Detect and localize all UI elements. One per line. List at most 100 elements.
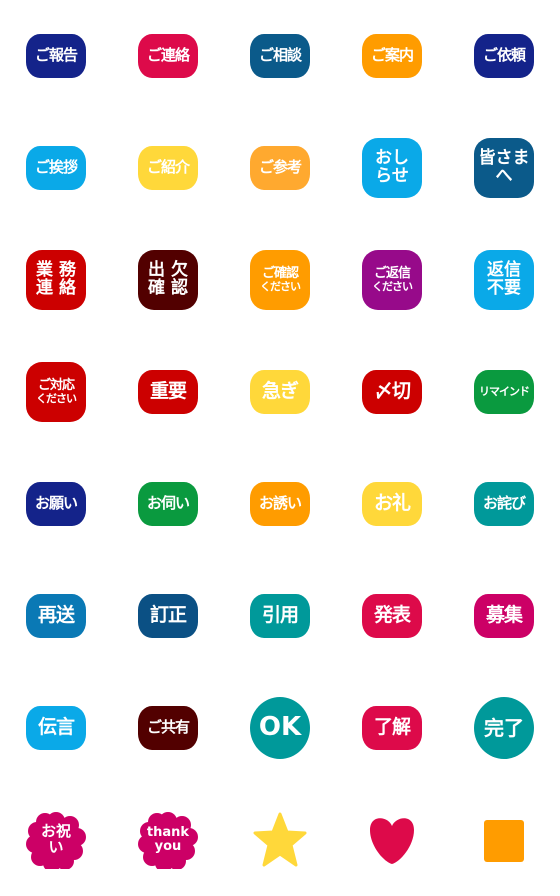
sticker-cell[interactable]: 発表 bbox=[336, 560, 448, 672]
sticker-tile[interactable]: 重要 bbox=[138, 370, 198, 414]
sticker-tile[interactable]: 業 務連 絡 bbox=[26, 250, 86, 310]
sticker-tile[interactable]: 引用 bbox=[250, 594, 310, 638]
sticker-tile[interactable]: 了解 bbox=[362, 706, 422, 750]
sticker-label: ください bbox=[372, 280, 413, 294]
sticker-tile[interactable]: ご案内 bbox=[362, 34, 422, 78]
sticker-tile[interactable]: 完了 bbox=[474, 697, 534, 759]
sticker-tile[interactable]: 募集 bbox=[474, 594, 534, 638]
sticker-cell[interactable]: OK bbox=[224, 672, 336, 784]
sticker-tile[interactable]: 再送 bbox=[26, 594, 86, 638]
sticker-label: 再送 bbox=[37, 604, 75, 627]
sticker-tile[interactable]: 出 欠確 認 bbox=[138, 250, 198, 310]
sticker-cell[interactable] bbox=[448, 784, 560, 896]
sticker-label: ご相談 bbox=[258, 46, 302, 65]
square-icon[interactable] bbox=[474, 810, 534, 870]
sticker-cell[interactable]: ご依頼 bbox=[448, 0, 560, 112]
sticker-cell[interactable]: ご返信 ください bbox=[336, 224, 448, 336]
sticker-tile[interactable]: ご相談 bbox=[250, 34, 310, 78]
sticker-cell[interactable]: ご紹介 bbox=[112, 112, 224, 224]
sticker-cell[interactable]: 伝言 bbox=[0, 672, 112, 784]
sticker-tile[interactable]: お誘い bbox=[250, 482, 310, 526]
sticker-tile[interactable]: ご報告 bbox=[26, 34, 86, 78]
sticker-label: ご連絡 bbox=[146, 46, 190, 65]
sticker-cell[interactable] bbox=[224, 784, 336, 896]
sticker-cell[interactable]: お誘い bbox=[224, 448, 336, 560]
sticker-tile[interactable]: お礼 bbox=[362, 482, 422, 526]
sticker-cell[interactable]: ご共有 bbox=[112, 672, 224, 784]
sticker-tile[interactable]: ご確認 ください bbox=[250, 250, 310, 310]
sticker-tile[interactable]: ご依頼 bbox=[474, 34, 534, 78]
sticker-cell[interactable]: 募集 bbox=[448, 560, 560, 672]
sticker-cell[interactable]: ご案内 bbox=[336, 0, 448, 112]
sticker-tile[interactable]: ご参考 bbox=[250, 146, 310, 190]
sticker-cell[interactable]: 訂正 bbox=[112, 560, 224, 672]
sticker-cell[interactable]: ご確認 ください bbox=[224, 224, 336, 336]
sticker-label: ください bbox=[36, 392, 77, 406]
cloud-sticker[interactable]: thank you bbox=[137, 811, 199, 869]
sticker-cell[interactable]: 完了 bbox=[448, 672, 560, 784]
sticker-cell[interactable]: 〆切 bbox=[336, 336, 448, 448]
sticker-tile[interactable]: OK bbox=[250, 697, 310, 759]
sticker-cell[interactable]: リマインド bbox=[448, 336, 560, 448]
sticker-tile[interactable]: お伺い bbox=[138, 482, 198, 526]
sticker-cell[interactable]: おし らせ bbox=[336, 112, 448, 224]
sticker-cell[interactable]: 返信 不要 bbox=[448, 224, 560, 336]
sticker-label: 完了 bbox=[484, 715, 524, 740]
sticker-tile[interactable]: 発表 bbox=[362, 594, 422, 638]
sticker-cell[interactable]: 再送 bbox=[0, 560, 112, 672]
sticker-tile[interactable]: 伝言 bbox=[26, 706, 86, 750]
sticker-tile[interactable]: お詫び bbox=[474, 482, 534, 526]
sticker-tile[interactable]: お願い bbox=[26, 482, 86, 526]
sticker-cell[interactable]: 急ぎ bbox=[224, 336, 336, 448]
star-icon[interactable] bbox=[250, 810, 310, 870]
sticker-tile[interactable]: 〆切 bbox=[362, 370, 422, 414]
sticker-cell[interactable]: 重要 bbox=[112, 336, 224, 448]
sticker-cell[interactable]: 引用 bbox=[224, 560, 336, 672]
sticker-label: お願い bbox=[34, 494, 78, 513]
sticker-cell[interactable]: ご参考 bbox=[224, 112, 336, 224]
sticker-label: お伺い bbox=[146, 494, 190, 513]
sticker-cell[interactable]: お祝い bbox=[0, 784, 112, 896]
sticker-cell[interactable]: ご報告 bbox=[0, 0, 112, 112]
heart-icon[interactable] bbox=[362, 810, 422, 870]
sticker-label: 引用 bbox=[261, 604, 299, 627]
sticker-cell[interactable]: 業 務連 絡 bbox=[0, 224, 112, 336]
sticker-tile[interactable]: おし らせ bbox=[362, 138, 422, 198]
sticker-label: ご報告 bbox=[34, 46, 78, 65]
sticker-cell[interactable]: ご挨拶 bbox=[0, 112, 112, 224]
sticker-label: へ bbox=[495, 166, 513, 186]
sticker-tile[interactable]: ご共有 bbox=[138, 706, 198, 750]
sticker-label: ご紹介 bbox=[146, 158, 190, 177]
sticker-tile[interactable]: 返信 不要 bbox=[474, 250, 534, 310]
sticker-tile[interactable]: リマインド bbox=[474, 370, 534, 414]
sticker-label: 訂正 bbox=[149, 604, 187, 627]
sticker-cell[interactable]: ご相談 bbox=[224, 0, 336, 112]
sticker-label: お礼 bbox=[373, 492, 411, 515]
sticker-cell[interactable]: 了解 bbox=[336, 672, 448, 784]
sticker-label: 募集 bbox=[485, 604, 523, 627]
sticker-tile[interactable]: 急ぎ bbox=[250, 370, 310, 414]
sticker-tile[interactable]: ご返信 ください bbox=[362, 250, 422, 310]
sticker-cell[interactable]: 皆さまへ bbox=[448, 112, 560, 224]
sticker-cell[interactable]: ご対応 ください bbox=[0, 336, 112, 448]
sticker-tile[interactable]: ご連絡 bbox=[138, 34, 198, 78]
sticker-tile[interactable]: ご紹介 bbox=[138, 146, 198, 190]
sticker-label: ください bbox=[260, 280, 301, 294]
sticker-cell[interactable]: thank you bbox=[112, 784, 224, 896]
sticker-tile[interactable]: ご対応 ください bbox=[26, 362, 86, 422]
sticker-tile[interactable]: 訂正 bbox=[138, 594, 198, 638]
sticker-tile[interactable]: ご挨拶 bbox=[26, 146, 86, 190]
sticker-cell[interactable] bbox=[336, 784, 448, 896]
sticker-label: OK bbox=[258, 712, 302, 743]
sticker-cell[interactable]: お伺い bbox=[112, 448, 224, 560]
sticker-label: お詫び bbox=[482, 494, 526, 513]
sticker-cell[interactable]: お礼 bbox=[336, 448, 448, 560]
sticker-cell[interactable]: お願い bbox=[0, 448, 112, 560]
sticker-label: 〆切 bbox=[373, 380, 411, 403]
sticker-label: 伝言 bbox=[37, 716, 75, 739]
sticker-cell[interactable]: 出 欠確 認 bbox=[112, 224, 224, 336]
sticker-cell[interactable]: お詫び bbox=[448, 448, 560, 560]
cloud-sticker[interactable]: お祝い bbox=[25, 811, 87, 869]
sticker-cell[interactable]: ご連絡 bbox=[112, 0, 224, 112]
sticker-tile[interactable]: 皆さまへ bbox=[474, 138, 534, 198]
